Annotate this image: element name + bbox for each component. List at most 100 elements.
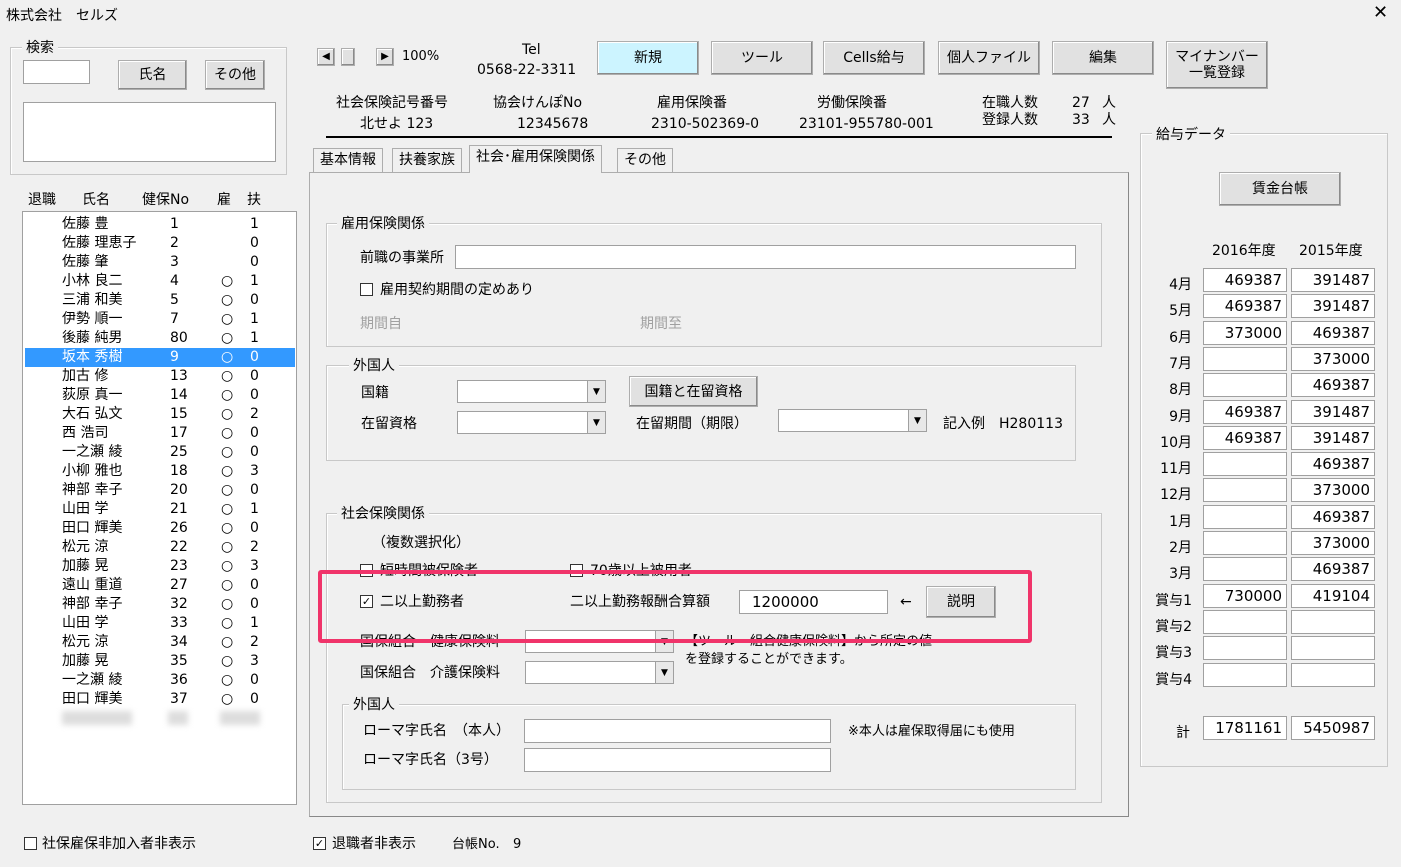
- wage-year2-value[interactable]: 469387: [1291, 557, 1375, 582]
- total-year2[interactable]: 5450987: [1291, 716, 1375, 740]
- employee-row[interactable]: 神部 幸子 32 ○ 0: [25, 595, 295, 614]
- romaji-input[interactable]: [524, 719, 831, 743]
- employee-row[interactable]: 神部 幸子 20 ○ 0: [25, 481, 295, 500]
- scroll-right-icon[interactable]: ▶: [376, 48, 394, 66]
- wage-year1-value[interactable]: [1203, 478, 1287, 503]
- employee-row[interactable]: 一之瀬 綾 36 ○ 0: [25, 671, 295, 690]
- residence-period-select[interactable]: ▼: [778, 409, 927, 432]
- employee-kenpo-no: 2: [170, 235, 179, 251]
- wage-year2-value[interactable]: 469387: [1291, 452, 1375, 477]
- wage-year1-value[interactable]: 373000: [1203, 320, 1287, 345]
- scroll-thumb[interactable]: [341, 48, 355, 66]
- wage-year1-value[interactable]: [1203, 609, 1287, 634]
- chevron-down-icon[interactable]: ▼: [908, 410, 926, 431]
- employee-row[interactable]: 山田 学 33 ○ 1: [25, 614, 295, 633]
- tool-button[interactable]: ツール: [711, 41, 813, 75]
- wage-year2-value[interactable]: 469387: [1291, 504, 1375, 529]
- wage-year1-value[interactable]: [1203, 636, 1287, 661]
- employee-row[interactable]: 後藤 純男 80 ○ 1: [25, 329, 295, 348]
- personal-file-button[interactable]: 個人ファイル: [938, 41, 1040, 75]
- employee-kenpo-no: 80: [170, 330, 188, 346]
- wage-month-label: 賞与2: [1155, 618, 1192, 635]
- employee-row[interactable]: 佐藤 豊 1 1: [25, 215, 295, 234]
- wage-year1-value[interactable]: 469387: [1203, 268, 1287, 292]
- shaho-hide-checkbox[interactable]: [24, 837, 37, 850]
- wage-year2-value[interactable]: 391487: [1291, 294, 1375, 319]
- total-year1[interactable]: 1781161: [1203, 716, 1287, 740]
- wage-year2-value[interactable]: 469387: [1291, 373, 1375, 398]
- wage-year1-value[interactable]: 469387: [1203, 425, 1287, 450]
- wage-year1-value[interactable]: 469387: [1203, 399, 1287, 424]
- wage-year2-value[interactable]: 373000: [1291, 478, 1375, 503]
- employee-row[interactable]: 加古 修 13 ○ 0: [25, 367, 295, 386]
- employee-row[interactable]: 三浦 和美 5 ○ 0: [25, 291, 295, 310]
- tab-other[interactable]: その他: [617, 148, 673, 172]
- wage-year1-value[interactable]: [1203, 531, 1287, 555]
- wage-year2-value[interactable]: 373000: [1291, 531, 1375, 555]
- residence-status-select[interactable]: ▼: [457, 411, 606, 434]
- wage-year1-value[interactable]: [1203, 557, 1287, 582]
- wage-ledger-button[interactable]: 賃金台帳: [1219, 172, 1341, 206]
- nationality-status-button[interactable]: 国籍と在留資格: [629, 376, 758, 407]
- new-button[interactable]: 新規: [597, 41, 699, 75]
- wage-year2-value[interactable]: 469387: [1291, 320, 1375, 345]
- employee-row[interactable]: 西 浩司 17 ○ 0: [25, 424, 295, 443]
- contract-period-checkbox[interactable]: [360, 283, 373, 296]
- employee-row[interactable]: 坂本 秀樹 9 ○ 0: [25, 348, 295, 367]
- wage-year2-value[interactable]: [1291, 662, 1375, 687]
- edit-button[interactable]: 編集: [1052, 41, 1154, 75]
- search-result-box[interactable]: [23, 102, 276, 162]
- tab-basic-info[interactable]: 基本情報: [313, 148, 383, 172]
- employee-row[interactable]: 一之瀬 綾 25 ○ 0: [25, 443, 295, 462]
- wage-year1-value[interactable]: [1203, 373, 1287, 398]
- wage-year1-value[interactable]: [1203, 504, 1287, 529]
- wage-year1-value[interactable]: [1203, 452, 1287, 477]
- kokuho-care-select[interactable]: ▼: [525, 661, 674, 684]
- wage-year2-value[interactable]: 419104: [1291, 583, 1375, 608]
- wage-year2-value[interactable]: [1291, 609, 1375, 634]
- employee-row[interactable]: 山田 学 21 ○ 1: [25, 500, 295, 519]
- employee-row[interactable]: 小林 良二 4 ○ 1: [25, 272, 295, 291]
- wage-year2-value[interactable]: 391487: [1291, 425, 1375, 450]
- employee-row[interactable]: 佐藤 理恵子 2 0: [25, 234, 295, 253]
- wage-year2-value[interactable]: 391487: [1291, 268, 1375, 292]
- employee-name: 田口 輝美: [62, 691, 123, 707]
- nationality-select[interactable]: ▼: [457, 380, 606, 403]
- employee-row[interactable]: 田口 輝美 26 ○ 0: [25, 519, 295, 538]
- search-name-button[interactable]: 氏名: [118, 60, 187, 90]
- chevron-down-icon[interactable]: ▼: [655, 662, 673, 683]
- employee-row[interactable]: 伊勢 順一 7 ○ 1: [25, 310, 295, 329]
- employee-row[interactable]: 加藤 晃 23 ○ 3: [25, 557, 295, 576]
- chevron-down-icon[interactable]: ▼: [587, 412, 605, 433]
- wage-year1-value[interactable]: [1203, 662, 1287, 687]
- total-label: 計: [1176, 725, 1190, 741]
- employee-row[interactable]: 加藤 晃 35 ○ 3: [25, 652, 295, 671]
- wage-year2-value[interactable]: 391487: [1291, 399, 1375, 424]
- close-icon[interactable]: ✕: [1373, 4, 1388, 22]
- search-other-button[interactable]: その他: [205, 60, 265, 90]
- romaji3-input[interactable]: [524, 748, 831, 772]
- scroll-left-icon[interactable]: ◀: [317, 48, 335, 66]
- employee-row[interactable]: 遠山 重道 27 ○ 0: [25, 576, 295, 595]
- wage-year1-value[interactable]: 469387: [1203, 294, 1287, 319]
- retired-hide-checkbox[interactable]: ✓: [313, 837, 326, 850]
- employee-row[interactable]: 佐藤 肇 3 0: [25, 253, 295, 272]
- wage-year1-value[interactable]: 730000: [1203, 583, 1287, 608]
- wage-year1-value[interactable]: [1203, 346, 1287, 371]
- employee-row[interactable]: 松元 涼 34 ○ 2: [25, 633, 295, 652]
- tab-dependents[interactable]: 扶養家族: [392, 148, 462, 172]
- employee-koyo: ○: [221, 558, 234, 574]
- cells-payroll-button[interactable]: Cells給与: [823, 41, 925, 75]
- chevron-down-icon[interactable]: ▼: [587, 381, 605, 402]
- employee-row[interactable]: 田口 輝美 37 ○ 0: [25, 690, 295, 709]
- wage-year2-value[interactable]: 373000: [1291, 346, 1375, 371]
- employee-row[interactable]: 大石 弘文 15 ○ 2: [25, 405, 295, 424]
- wage-year2-value[interactable]: [1291, 636, 1375, 661]
- tab-insurance[interactable]: 社会･雇用保険関係: [469, 145, 602, 173]
- employee-row[interactable]: 松元 涼 22 ○ 2: [25, 538, 295, 557]
- search-input[interactable]: [23, 60, 90, 84]
- employee-row[interactable]: 小柳 雅也 18 ○ 3: [25, 462, 295, 481]
- employee-row[interactable]: 荻原 真一 14 ○ 0: [25, 386, 295, 405]
- mynumber-list-button[interactable]: マイナンバー 一覧登録: [1166, 41, 1268, 89]
- prev-employer-input[interactable]: [455, 245, 1076, 269]
